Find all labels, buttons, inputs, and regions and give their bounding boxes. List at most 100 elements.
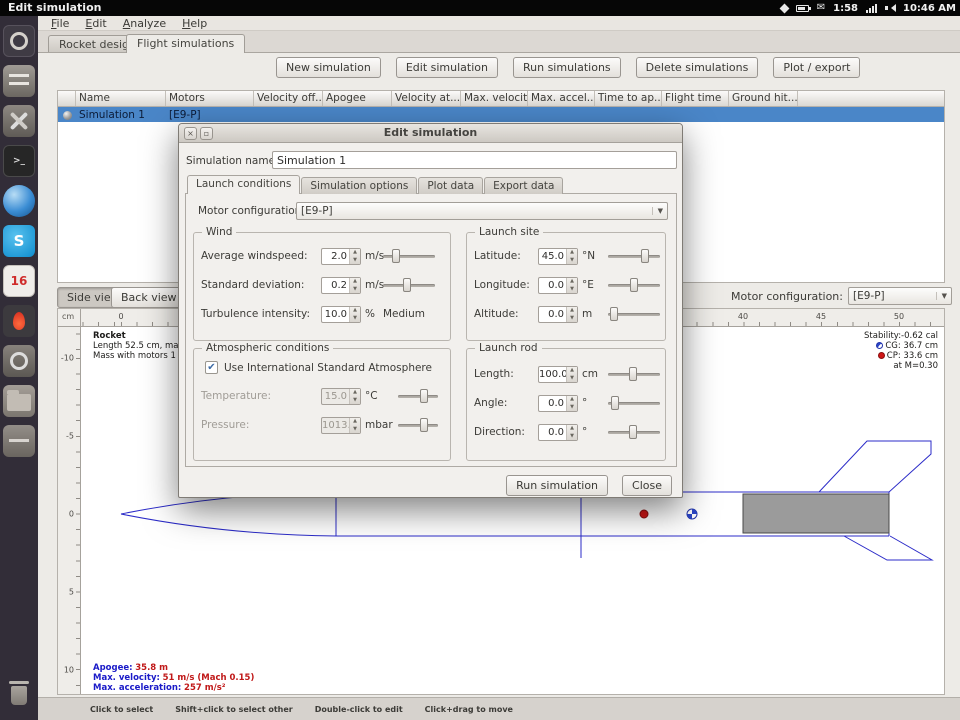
- avg-windspeed-spinner[interactable]: 2.0 ▲▼: [321, 248, 361, 265]
- video-app-icon[interactable]: 16: [3, 265, 35, 297]
- chevron-down-icon: ▼: [936, 292, 947, 300]
- slider-thumb[interactable]: [611, 396, 619, 410]
- spinner-down-icon[interactable]: ▼: [567, 433, 577, 441]
- edit-simulation-dialog: × ▫ Edit simulation Simulation name: Lau…: [178, 123, 683, 498]
- column-max-velocity[interactable]: Max. velocity: [461, 91, 528, 106]
- drive-icon[interactable]: [3, 425, 35, 457]
- rod-direction-slider[interactable]: [608, 424, 660, 440]
- std-deviation-spinner[interactable]: 0.2 ▲▼: [321, 277, 361, 294]
- skype-icon[interactable]: S: [3, 225, 35, 257]
- motor-configuration-select[interactable]: [E9-P] ▼: [848, 287, 952, 305]
- new-simulation-button[interactable]: New simulation: [276, 57, 381, 78]
- slider-thumb[interactable]: [630, 278, 638, 292]
- std-deviation-slider[interactable]: [383, 277, 435, 293]
- spinner-up-icon[interactable]: ▲: [567, 367, 577, 375]
- menu-analyze[interactable]: Analyze: [115, 17, 174, 30]
- slider-thumb[interactable]: [610, 307, 618, 321]
- media-player-icon[interactable]: [3, 305, 35, 337]
- slider-thumb[interactable]: [392, 249, 400, 263]
- slider-thumb: [420, 418, 428, 432]
- back-view-button[interactable]: Back view: [111, 287, 187, 308]
- spinner-down-icon[interactable]: ▼: [567, 404, 577, 412]
- spinner-down-icon[interactable]: ▼: [567, 315, 577, 323]
- longitude-slider[interactable]: [608, 277, 660, 293]
- battery-icon[interactable]: [796, 5, 809, 12]
- column-time-to-apogee[interactable]: Time to ap...: [595, 91, 662, 106]
- column-velocity-at[interactable]: Velocity at...: [392, 91, 461, 106]
- spinner-up-icon[interactable]: ▲: [350, 278, 360, 286]
- tab-simulation-options[interactable]: Simulation options: [301, 177, 417, 194]
- network-signal-icon[interactable]: [866, 3, 877, 13]
- volume-icon[interactable]: [885, 3, 895, 13]
- slider-thumb[interactable]: [403, 278, 411, 292]
- menu-edit[interactable]: Edit: [77, 17, 114, 30]
- rod-angle-slider[interactable]: [608, 395, 660, 411]
- spinner-down-icon[interactable]: ▼: [350, 286, 360, 294]
- spinner-down-icon[interactable]: ▼: [350, 257, 360, 265]
- spinner-up-icon[interactable]: ▲: [567, 396, 577, 404]
- terminal-icon[interactable]: >_: [3, 145, 35, 177]
- spinner-up-icon[interactable]: ▲: [567, 425, 577, 433]
- turbulence-intensity-spinner[interactable]: 10.0 ▲▼: [321, 306, 361, 323]
- avg-windspeed-slider[interactable]: [383, 248, 435, 264]
- spinner-down-icon[interactable]: ▼: [350, 315, 360, 323]
- disks-icon[interactable]: [3, 345, 35, 377]
- column-velocity-off[interactable]: Velocity off...: [254, 91, 323, 106]
- standard-atmosphere-checkbox[interactable]: ✔: [205, 361, 218, 374]
- slider-thumb[interactable]: [641, 249, 649, 263]
- column-flight-time[interactable]: Flight time: [662, 91, 729, 106]
- altitude-slider[interactable]: [608, 306, 660, 322]
- spinner-down-icon[interactable]: ▼: [567, 286, 577, 294]
- tools-icon[interactable]: [3, 105, 35, 137]
- column-motors[interactable]: Motors: [166, 91, 254, 106]
- longitude-spinner[interactable]: 0.0 ▲▼: [538, 277, 578, 294]
- column-max-accel[interactable]: Max. accel...: [528, 91, 595, 106]
- standard-atmosphere-label[interactable]: Use International Standard Atmosphere: [224, 362, 432, 374]
- files-icon[interactable]: [3, 65, 35, 97]
- trash-icon[interactable]: [3, 678, 35, 710]
- dialog-motor-configuration-select[interactable]: [E9-P] ▼: [296, 202, 668, 220]
- spinner-up-icon[interactable]: ▲: [567, 249, 577, 257]
- menu-file[interactable]: File: [43, 17, 77, 30]
- column-ground-hit[interactable]: Ground hit...: [729, 91, 798, 106]
- run-simulations-button[interactable]: Run simulations: [513, 57, 621, 78]
- spinner-up-icon[interactable]: ▲: [350, 307, 360, 315]
- close-button[interactable]: Close: [622, 475, 672, 496]
- spinner-up-icon[interactable]: ▲: [350, 249, 360, 257]
- spinner-down-icon[interactable]: ▼: [567, 375, 577, 383]
- table-row[interactable]: Simulation 1 [E9-P]: [58, 107, 944, 122]
- motor-shape[interactable]: [743, 494, 889, 533]
- simulation-name-input[interactable]: [272, 151, 677, 169]
- folder-icon[interactable]: [3, 385, 35, 417]
- column-apogee[interactable]: Apogee: [323, 91, 392, 106]
- latitude-slider[interactable]: [608, 248, 660, 264]
- column-name[interactable]: Name: [76, 91, 166, 106]
- slider-thumb[interactable]: [629, 425, 637, 439]
- edit-simulation-button[interactable]: Edit simulation: [396, 57, 498, 78]
- plot-export-button[interactable]: Plot / export: [773, 57, 860, 78]
- spinner-up-icon[interactable]: ▲: [567, 307, 577, 315]
- browser-icon[interactable]: [3, 185, 35, 217]
- dash-icon[interactable]: [3, 25, 35, 57]
- tab-export-data[interactable]: Export data: [484, 177, 563, 194]
- tab-plot-data[interactable]: Plot data: [418, 177, 483, 194]
- rod-angle-spinner[interactable]: 0.0 ▲▼: [538, 395, 578, 412]
- mail-icon[interactable]: ✉: [817, 1, 825, 15]
- run-simulation-button[interactable]: Run simulation: [506, 475, 608, 496]
- menu-help[interactable]: Help: [174, 17, 215, 30]
- altitude-spinner[interactable]: 0.0 ▲▼: [538, 306, 578, 323]
- combo-value: [E9-P]: [301, 205, 333, 217]
- rod-direction-spinner[interactable]: 0.0 ▲▼: [538, 424, 578, 441]
- spinner-up-icon[interactable]: ▲: [567, 278, 577, 286]
- bluetooth-icon[interactable]: [779, 3, 789, 13]
- spinner-down-icon[interactable]: ▼: [567, 257, 577, 265]
- latitude-spinner[interactable]: 45.0 ▲▼: [538, 248, 578, 265]
- dialog-titlebar[interactable]: × ▫ Edit simulation: [179, 124, 682, 143]
- tab-launch-conditions[interactable]: Launch conditions: [187, 175, 300, 194]
- rod-length-slider[interactable]: [608, 366, 660, 382]
- tab-flight-simulations[interactable]: Flight simulations: [126, 34, 245, 53]
- delete-simulations-button[interactable]: Delete simulations: [636, 57, 759, 78]
- column-status[interactable]: [58, 91, 76, 106]
- rod-length-spinner[interactable]: 100.0 ▲▼: [538, 366, 578, 383]
- slider-thumb[interactable]: [629, 367, 637, 381]
